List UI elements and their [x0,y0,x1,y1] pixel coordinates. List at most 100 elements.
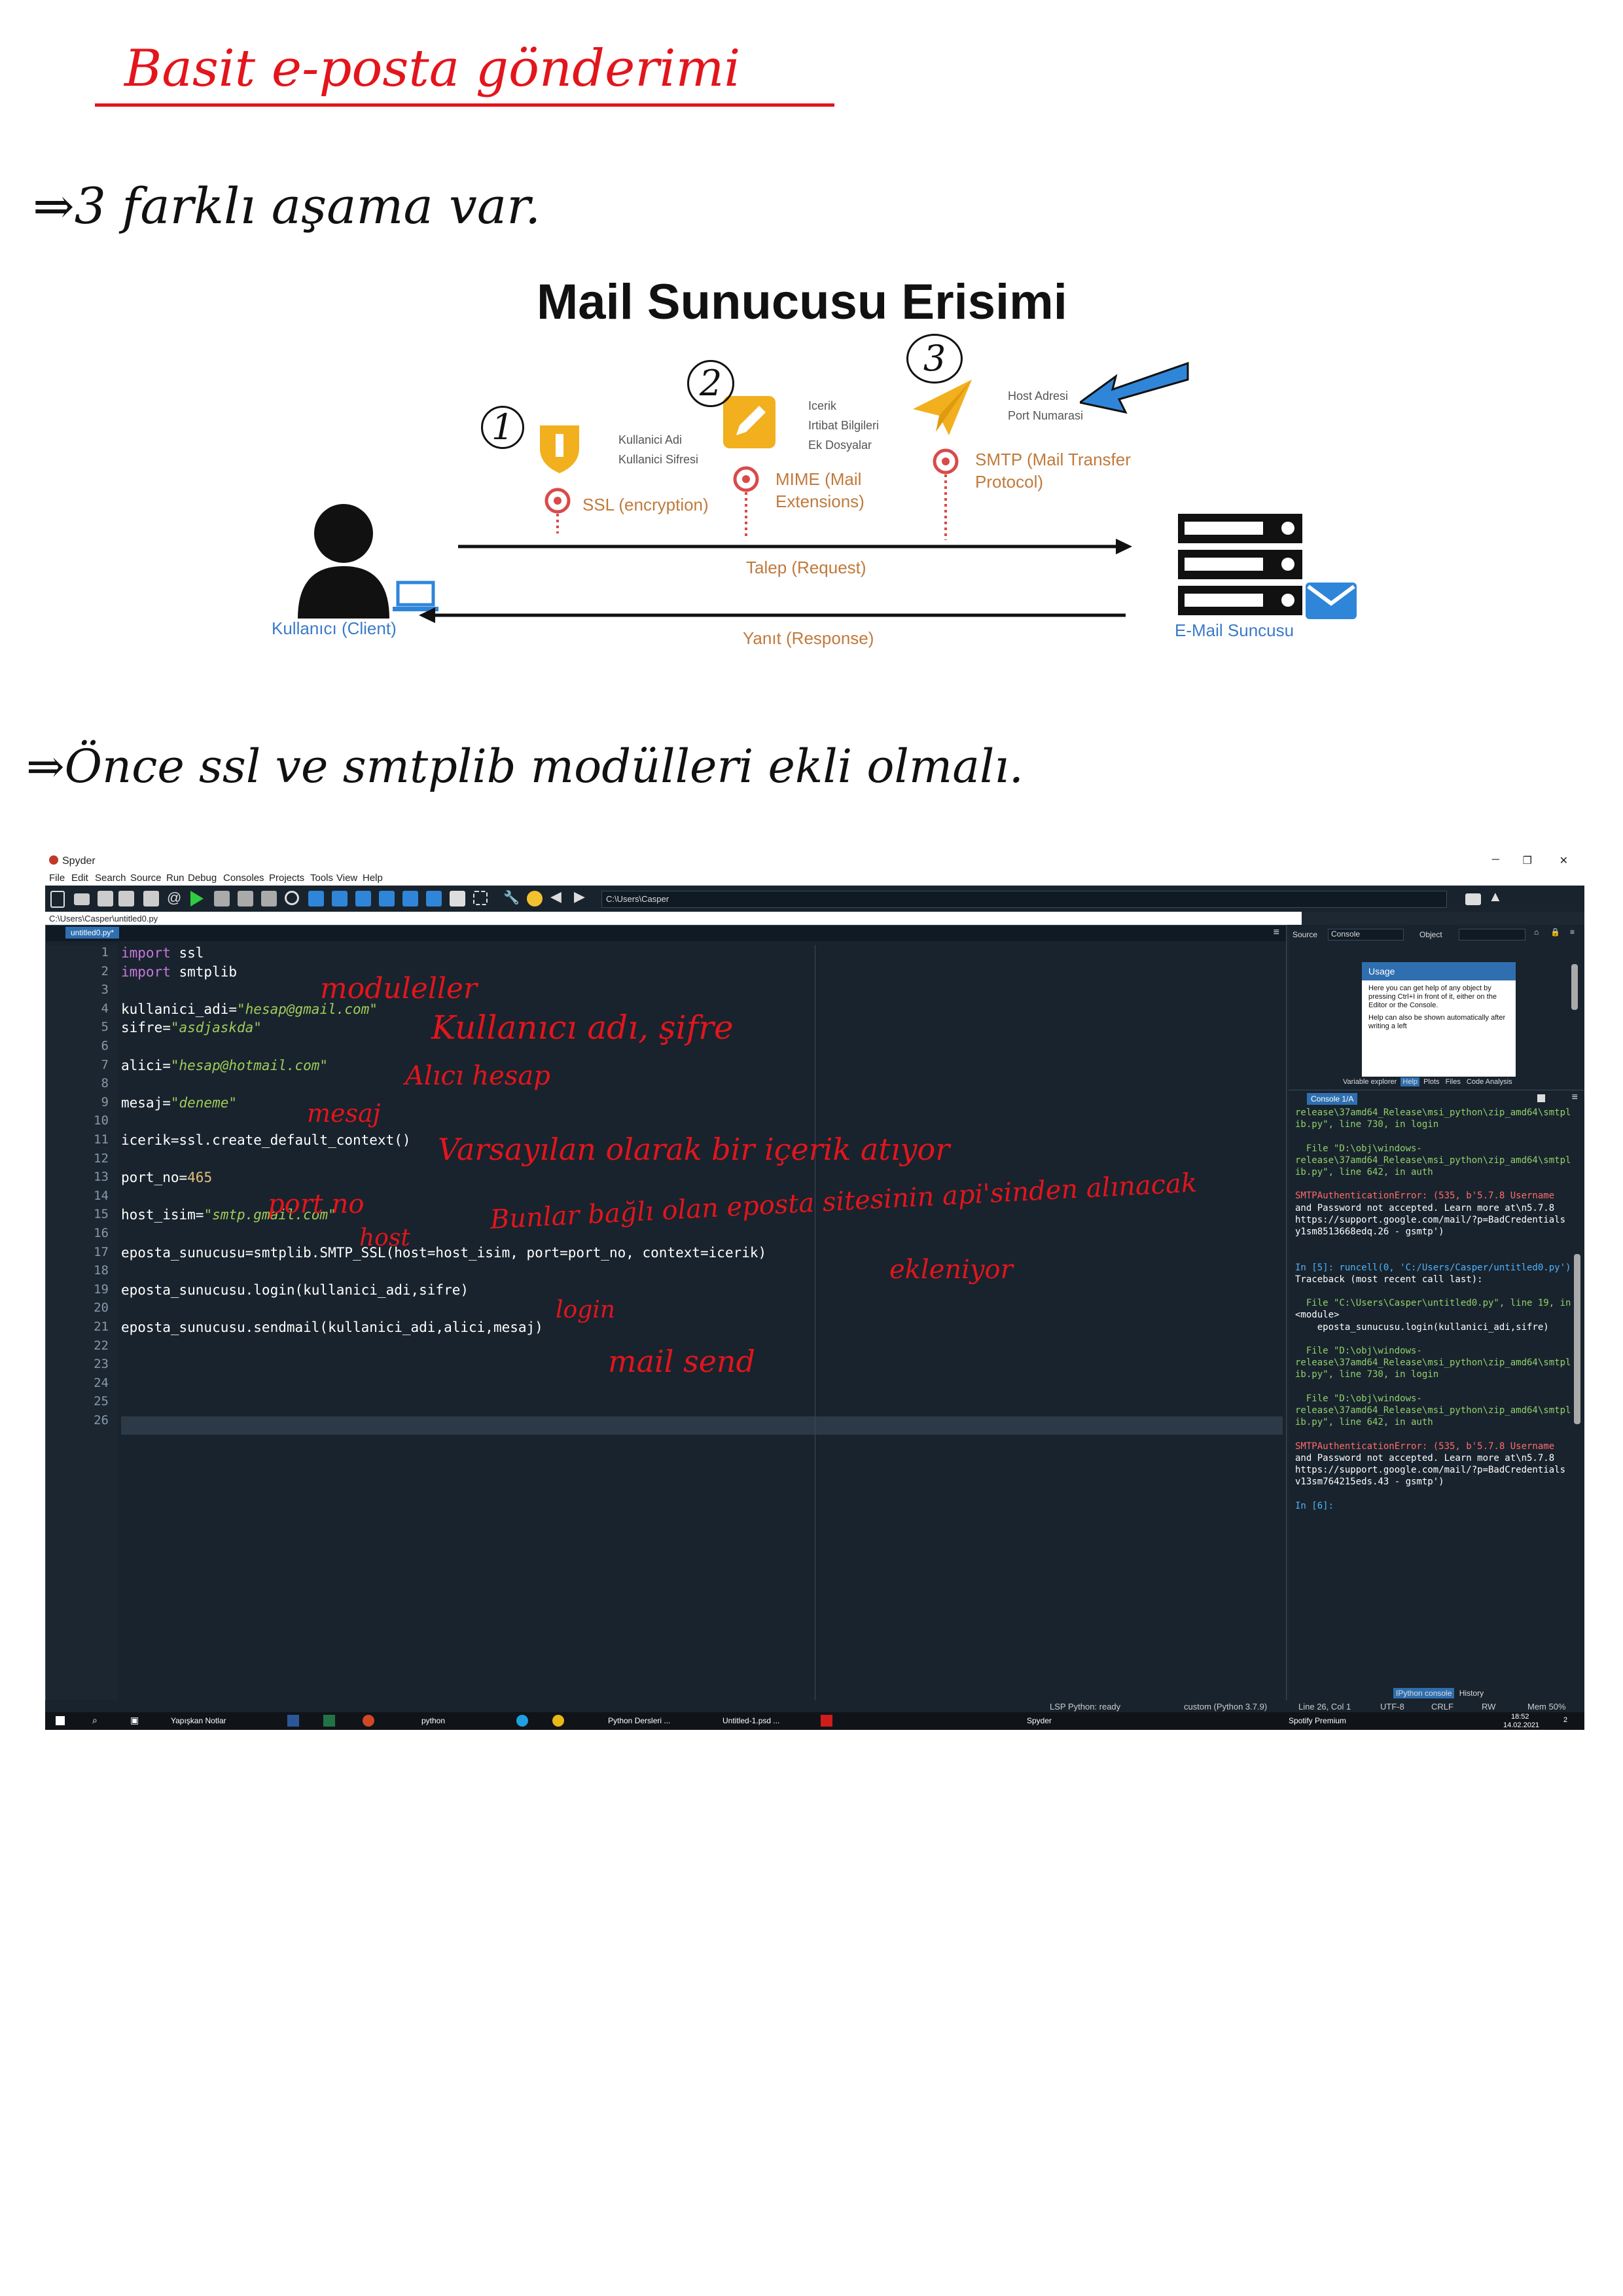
taskbar-photoshop[interactable]: Untitled-1.psd ... [722,1716,779,1725]
taskbar-spotify[interactable]: Spotify Premium [1289,1716,1346,1725]
notification-badge[interactable]: 2 [1563,1716,1567,1724]
close-button[interactable]: ✕ [1560,854,1568,867]
console-tab[interactable]: Console 1/A [1307,1093,1358,1105]
taskbar-sticky-notes[interactable]: Yapışkan Notlar [171,1716,226,1725]
code-line[interactable]: eposta_sunucusu=smtplib.SMTP_SSL(host=ho… [121,1245,766,1261]
tab-plots[interactable]: Plots [1421,1077,1441,1086]
menu-debug[interactable]: Debug [188,872,217,884]
new-file-icon[interactable] [50,891,65,908]
usage-text-2: Help can also be shown automatically aft… [1368,1014,1506,1030]
menu-help[interactable]: Help [363,872,383,884]
maximize-pane-icon[interactable] [450,891,465,906]
editor-tab-untitled[interactable]: untitled0.py* [65,927,120,939]
help-usage-panel: Usage Here you can get help of any objec… [1362,962,1516,1077]
run-cell-icon[interactable] [214,891,230,906]
help-source-select[interactable]: Console [1328,929,1404,941]
menu-projects[interactable]: Projects [269,872,304,884]
help-menu-icon[interactable]: ≡ [1570,927,1575,937]
word-icon[interactable] [287,1715,299,1727]
debug-continue-icon[interactable] [402,891,418,906]
help-object-label: Object [1419,930,1442,939]
save-icon[interactable] [98,891,113,906]
annotation-recipient: Alıcı hesap [405,1061,550,1091]
home-icon[interactable]: ⌂ [1534,927,1539,937]
run-cell-advance-icon[interactable] [238,891,253,906]
menu-consoles[interactable]: Consoles [223,872,264,884]
taskbar-spyder[interactable]: Spyder [1027,1716,1052,1725]
tab-ipython-console[interactable]: IPython console [1393,1688,1455,1698]
code-line[interactable]: icerik=ssl.create_default_context() [121,1132,411,1148]
console-scrollbar[interactable] [1574,1254,1580,1424]
code-line[interactable]: mesaj="deneme" [121,1095,237,1111]
excel-icon[interactable] [323,1715,335,1727]
console-bottom-tabs: IPython console History [1393,1688,1486,1698]
debug-return-icon[interactable] [379,891,395,906]
server-label: E-Mail Suncusu [1175,620,1294,640]
powerpoint-icon[interactable] [363,1715,374,1727]
python-path-icon[interactable] [527,891,543,906]
code-line[interactable]: port_no=465 [121,1170,212,1185]
console-pane[interactable]: Console 1/A ≡ release\37amd64_Release\ms… [1289,1090,1584,1689]
tab-history[interactable]: History [1457,1688,1486,1698]
back-arrow-icon[interactable]: ◀ [550,888,566,905]
code-line[interactable]: eposta_sunucusu.sendmail(kullanici_adi,a… [121,1319,543,1335]
help-object-input[interactable] [1459,929,1525,941]
run-selection-icon[interactable] [261,891,277,906]
parent-dir-arrow-icon[interactable]: ▲ [1488,888,1504,905]
help-scrollbar[interactable] [1571,964,1578,1010]
tab-variable-explorer[interactable]: Variable explorer [1341,1077,1399,1086]
console-menu-icon[interactable]: ≡ [1572,1092,1578,1103]
taskbar-python-folder[interactable]: python [421,1716,445,1725]
menu-file[interactable]: File [49,872,65,884]
fullscreen-icon[interactable] [473,891,488,905]
code-line[interactable]: alici="hesap@hotmail.com" [121,1058,328,1073]
taskbar-firefox-python-lessons[interactable]: Python Dersleri ... [608,1716,670,1725]
menu-tools[interactable]: Tools [310,872,333,884]
at-icon[interactable]: @ [167,889,183,906]
edge-icon[interactable] [516,1715,528,1727]
tab-code-analysis[interactable]: Code Analysis [1465,1077,1514,1086]
debug-icon[interactable] [308,891,324,906]
annotation-modules: moduleller [320,972,478,1005]
forward-arrow-icon[interactable]: ▶ [574,888,590,905]
list-icon[interactable] [143,891,159,906]
line-number: 18 [94,1263,109,1278]
acrobat-icon[interactable] [821,1715,832,1727]
menu-view[interactable]: View [336,872,357,884]
preferences-wrench-icon[interactable]: 🔧 [503,889,520,905]
debug-step-into-icon[interactable] [355,891,371,906]
hamburger-menu-icon[interactable]: ≡ [1274,927,1279,939]
file-path-bar: C:\Users\Casper\untitled0.py [45,912,1302,925]
minimize-button[interactable]: ─ [1492,854,1499,866]
clock-date: 14.02.2021 [1503,1721,1540,1729]
menu-run[interactable]: Run [166,872,185,884]
line-number: 11 [94,1132,109,1147]
rerun-icon[interactable] [285,891,299,905]
tab-help[interactable]: Help [1400,1077,1420,1086]
search-icon[interactable]: ⌕ [92,1715,98,1726]
line-number: 25 [94,1394,109,1409]
open-file-icon[interactable] [74,893,90,905]
restore-button[interactable]: ❐ [1523,854,1532,867]
menu-source[interactable]: Source [130,872,162,884]
windows-start-icon[interactable] [56,1716,65,1725]
tab-files[interactable]: Files [1444,1077,1463,1086]
lock-icon[interactable]: 🔒 [1550,927,1560,937]
task-view-icon[interactable]: ▣ [130,1715,139,1726]
run-icon[interactable] [190,891,204,906]
code-line[interactable]: import ssl [121,945,204,961]
spyder-window: Spyder ─ ❐ ✕ File Edit Search Source Run… [45,853,1584,1730]
chrome-icon[interactable] [552,1715,564,1727]
menu-edit[interactable]: Edit [71,872,88,884]
menu-search[interactable]: Search [95,872,126,884]
save-all-icon[interactable] [118,891,134,906]
stop-debug-icon[interactable] [426,891,442,906]
code-area[interactable]: import ssl import smtplib kullanici_adi="h… [121,945,1286,1701]
browse-folder-icon[interactable] [1465,893,1481,905]
code-line[interactable]: eposta_sunucusu.login(kullanici_adi,sifr… [121,1282,469,1298]
working-directory-field[interactable]: C:\Users\Casper [601,891,1447,908]
code-line[interactable]: import smtplib [121,964,237,980]
code-line[interactable]: sifre="asdjaskda" [121,1020,262,1035]
debug-step-icon[interactable] [332,891,348,906]
console-stop-icon[interactable] [1537,1094,1545,1102]
